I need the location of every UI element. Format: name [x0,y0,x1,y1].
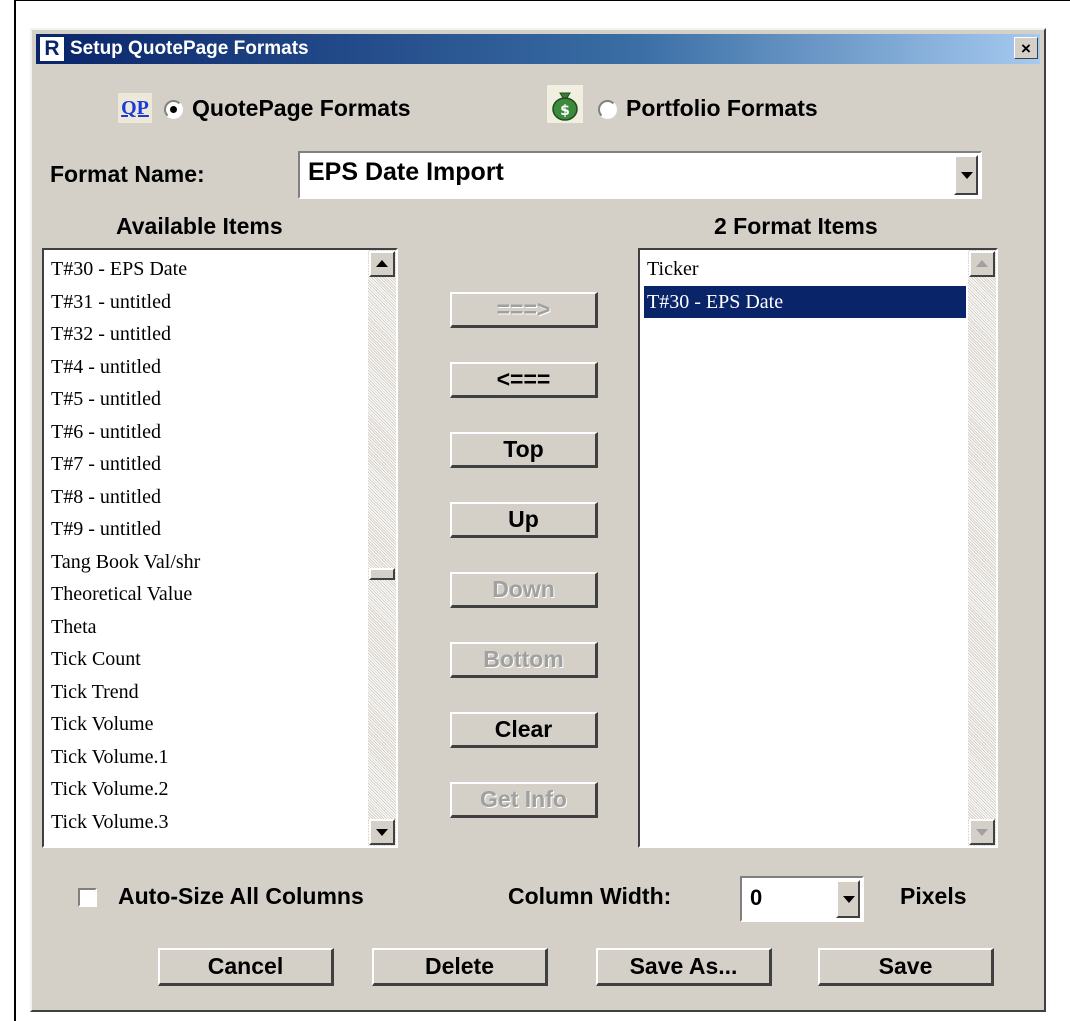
list-item[interactable]: T#8 - untitled [48,481,366,514]
list-item[interactable]: Tick Volume.2 [48,773,366,806]
chevron-down-icon [376,829,388,836]
portfolio-formats-label[interactable]: Portfolio Formats [626,95,818,122]
svg-text:$: $ [560,103,570,119]
chevron-down-icon [961,172,973,179]
format-items-header: 2 Format Items [714,213,878,239]
portfolio-formats-radio[interactable] [598,100,617,119]
scroll-up-button[interactable] [969,251,995,277]
quotepage-formats-radio[interactable] [164,100,183,119]
add-item-button[interactable]: ===> [450,292,598,328]
quotepage-icon: QP [118,93,152,123]
setup-quotepage-formats-dialog: R Setup QuotePage Formats × QP QuotePage… [30,28,1046,1012]
format-items-container: Ticker T#30 - EPS Date [644,253,966,318]
chevron-down-icon [976,829,988,836]
clear-button[interactable]: Clear [450,712,598,748]
save-button[interactable]: Save [818,948,994,986]
close-button[interactable]: × [1014,37,1038,59]
list-item[interactable]: T#30 - EPS Date [48,253,366,286]
cancel-button[interactable]: Cancel [158,948,334,986]
available-items-list[interactable]: T#30 - EPS Date T#31 - untitled T#32 - unt… [42,248,398,848]
save-as-button[interactable]: Save As... [596,948,772,986]
list-item[interactable]: Theta [48,611,366,644]
scroll-thumb[interactable] [369,568,395,580]
list-item[interactable]: Theoretical Value [48,578,366,611]
scroll-up-button[interactable] [369,251,395,277]
list-item[interactable]: T#30 - EPS Date [644,285,966,318]
scroll-down-button[interactable] [969,819,995,845]
app-logo-icon: R [39,36,65,62]
scroll-down-button[interactable] [369,819,395,845]
list-item[interactable]: T#32 - untitled [48,318,366,351]
list-item[interactable]: T#5 - untitled [48,383,366,416]
window-title: Setup QuotePage Formats [70,38,309,59]
chevron-down-icon [843,896,855,903]
auto-size-label[interactable]: Auto-Size All Columns [118,883,364,910]
auto-size-checkbox[interactable] [78,888,97,907]
list-item[interactable]: Tick Trend [48,676,366,709]
list-item[interactable]: T#6 - untitled [48,416,366,449]
list-item[interactable]: Tick Volume.3 [48,806,366,839]
column-width-value: 0 [750,885,763,910]
move-up-button[interactable]: Up [450,502,598,538]
available-items-header: Available Items [116,213,283,239]
column-width-combobox[interactable]: 0 [740,876,864,922]
format-items-list[interactable]: Ticker T#30 - EPS Date [638,248,998,848]
column-width-dropdown-button[interactable] [836,880,860,918]
list-item[interactable]: Tang Book Val/shr [48,546,366,579]
get-info-button[interactable]: Get Info [450,782,598,818]
format-name-combobox[interactable]: EPS Date Import [298,151,982,199]
list-item[interactable]: Tick Count [48,643,366,676]
format-name-label: Format Name: [50,161,205,187]
list-item[interactable]: Tick Volume [48,708,366,741]
quotepage-formats-label[interactable]: QuotePage Formats [192,95,411,122]
list-item[interactable]: T#9 - untitled [48,513,366,546]
column-width-label: Column Width: [508,883,672,909]
list-item[interactable]: T#4 - untitled [48,351,366,384]
chevron-up-icon [976,260,988,267]
list-item[interactable]: Ticker [644,253,966,286]
chevron-up-icon [376,260,388,267]
available-items-container: T#30 - EPS Date T#31 - untitled T#32 - unt… [48,253,366,838]
money-bag-icon: $ [547,85,583,123]
format-name-dropdown-button[interactable] [954,155,978,195]
pixels-label: Pixels [900,883,967,909]
format-items-scrollbar[interactable] [968,250,996,846]
move-top-button[interactable]: Top [450,432,598,468]
move-bottom-button[interactable]: Bottom [450,642,598,678]
delete-button[interactable]: Delete [372,948,548,986]
list-item[interactable]: T#7 - untitled [48,448,366,481]
remove-item-button[interactable]: <=== [450,362,598,398]
title-bar[interactable]: R Setup QuotePage Formats × [36,34,1040,64]
list-item[interactable]: T#31 - untitled [48,286,366,319]
list-item[interactable]: Tick Volume.1 [48,741,366,774]
move-down-button[interactable]: Down [450,572,598,608]
available-items-scrollbar[interactable] [368,250,396,846]
format-name-value: EPS Date Import [308,158,504,186]
